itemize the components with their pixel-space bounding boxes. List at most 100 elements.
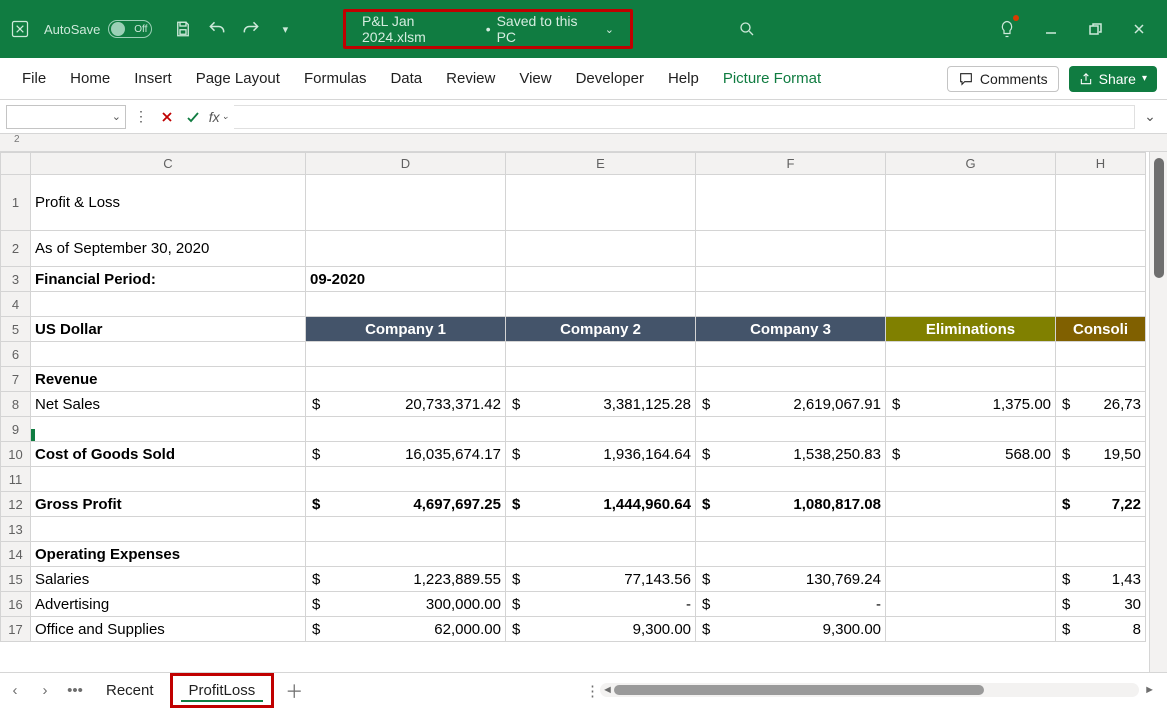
cell-salaries-label[interactable]: Salaries	[31, 567, 306, 592]
cell-advertising-label[interactable]: Advertising	[31, 592, 306, 617]
cell[interactable]	[306, 342, 506, 367]
coming-soon-icon[interactable]	[985, 7, 1029, 51]
cell[interactable]	[696, 417, 886, 442]
ribbon-tab-developer[interactable]: Developer	[564, 58, 656, 99]
cell[interactable]	[1056, 467, 1146, 492]
cell[interactable]	[1056, 175, 1146, 231]
cell-gross-profit-label[interactable]: Gross Profit	[31, 492, 306, 517]
cell[interactable]: $77,143.56	[506, 567, 696, 592]
cell-hdr-company2[interactable]: Company 2	[506, 317, 696, 342]
cell[interactable]	[886, 467, 1056, 492]
row-header-3[interactable]: 3	[1, 267, 31, 292]
redo-icon[interactable]	[234, 12, 268, 46]
cell[interactable]	[1056, 292, 1146, 317]
ribbon-tab-data[interactable]: Data	[378, 58, 434, 99]
cell[interactable]	[696, 542, 886, 567]
cell[interactable]: $1,375.00	[886, 392, 1056, 417]
undo-icon[interactable]	[200, 12, 234, 46]
cell-cogs-label[interactable]: Cost of Goods Sold	[31, 442, 306, 467]
cell[interactable]	[886, 617, 1056, 642]
cell[interactable]	[31, 292, 306, 317]
cell[interactable]	[886, 517, 1056, 542]
cell[interactable]: $19,50	[1056, 442, 1146, 467]
cell-hdr-eliminations[interactable]: Eliminations	[886, 317, 1056, 342]
cell-hdr-company3[interactable]: Company 3	[696, 317, 886, 342]
cell[interactable]	[696, 342, 886, 367]
ribbon-tab-file[interactable]: File	[10, 58, 58, 99]
sheet-tab-recent[interactable]: Recent	[90, 673, 170, 708]
row-header-16[interactable]: 16	[1, 592, 31, 617]
ribbon-tab-picture-format[interactable]: Picture Format	[711, 58, 833, 99]
cell[interactable]	[696, 231, 886, 267]
cell-hdr-company1[interactable]: Company 1	[306, 317, 506, 342]
cell-subtitle[interactable]: As of September 30, 2020	[31, 231, 306, 267]
cell[interactable]	[886, 367, 1056, 392]
row-header-4[interactable]: 4	[1, 292, 31, 317]
cell[interactable]: $3,381,125.28	[506, 392, 696, 417]
cell[interactable]: $1,444,960.64	[506, 492, 696, 517]
qat-customize-icon[interactable]: ▾	[268, 12, 302, 46]
cell-fin-period-label[interactable]: Financial Period:	[31, 267, 306, 292]
col-header-e[interactable]: E	[506, 153, 696, 175]
cell[interactable]	[306, 542, 506, 567]
formula-bar-more-icon[interactable]: ⋮	[130, 106, 152, 128]
filename-area[interactable]: P&L Jan 2024.xlsm • Saved to this PC ⌄	[343, 9, 633, 49]
cell-title[interactable]: Profit & Loss	[31, 175, 306, 231]
row-header-17[interactable]: 17	[1, 617, 31, 642]
cell[interactable]	[31, 467, 306, 492]
window-restore-icon[interactable]	[1073, 7, 1117, 51]
window-minimize-icon[interactable]	[1029, 7, 1073, 51]
cell[interactable]: $1,223,889.55	[306, 567, 506, 592]
ribbon-tab-formulas[interactable]: Formulas	[292, 58, 379, 99]
cell-fin-period-value[interactable]: 09-2020	[306, 267, 506, 292]
namebox-chevron-icon[interactable]: ⌄	[112, 110, 121, 123]
vertical-scrollbar[interactable]	[1149, 152, 1167, 672]
col-header-g[interactable]: G	[886, 153, 1056, 175]
row-header-7[interactable]: 7	[1, 367, 31, 392]
cell[interactable]	[1056, 517, 1146, 542]
ribbon-tab-review[interactable]: Review	[434, 58, 507, 99]
cell[interactable]: $8	[1056, 617, 1146, 642]
cell[interactable]	[886, 342, 1056, 367]
cell[interactable]: $2,619,067.91	[696, 392, 886, 417]
sheet-split-handle-icon[interactable]: ⋮	[585, 682, 600, 700]
cell[interactable]	[506, 367, 696, 392]
comments-button[interactable]: Comments	[947, 66, 1059, 92]
col-header-c[interactable]: C	[31, 153, 306, 175]
cell[interactable]	[886, 592, 1056, 617]
row-header-5[interactable]: 5	[1, 317, 31, 342]
cell[interactable]	[886, 417, 1056, 442]
formula-input[interactable]	[234, 105, 1135, 129]
row-header-1[interactable]: 1	[1, 175, 31, 231]
cell-currency-label[interactable]: US Dollar	[31, 317, 306, 342]
ribbon-tab-insert[interactable]: Insert	[122, 58, 184, 99]
fx-icon[interactable]: fx ⌄	[208, 106, 230, 128]
share-button[interactable]: Share ▾	[1069, 66, 1157, 92]
horizontal-scrollbar[interactable]: ◄ ►	[600, 683, 1139, 697]
cell[interactable]	[1056, 267, 1146, 292]
cell[interactable]: $26,73	[1056, 392, 1146, 417]
cell[interactable]	[696, 467, 886, 492]
cell[interactable]: $62,000.00	[306, 617, 506, 642]
select-all-corner[interactable]	[1, 153, 31, 175]
row-header-9[interactable]: 9	[1, 417, 31, 442]
cell[interactable]	[886, 492, 1056, 517]
formula-cancel-icon[interactable]	[156, 106, 178, 128]
col-header-d[interactable]: D	[306, 153, 506, 175]
cell[interactable]: $-	[506, 592, 696, 617]
cell[interactable]	[506, 267, 696, 292]
horizontal-scroll-thumb[interactable]	[614, 685, 984, 695]
name-box[interactable]: ⌄	[6, 105, 126, 129]
cell[interactable]: $16,035,674.17	[306, 442, 506, 467]
cell-revenue-label[interactable]: Revenue	[31, 367, 306, 392]
cell[interactable]: $1,43	[1056, 567, 1146, 592]
cell[interactable]	[306, 417, 506, 442]
cell[interactable]	[1056, 417, 1146, 442]
cell[interactable]: $30	[1056, 592, 1146, 617]
cell[interactable]: $20,733,371.42	[306, 392, 506, 417]
cell[interactable]	[1056, 542, 1146, 567]
cell[interactable]	[306, 231, 506, 267]
cell-hdr-consol[interactable]: Consoli	[1056, 317, 1146, 342]
cell[interactable]: $-	[696, 592, 886, 617]
cell[interactable]	[506, 467, 696, 492]
